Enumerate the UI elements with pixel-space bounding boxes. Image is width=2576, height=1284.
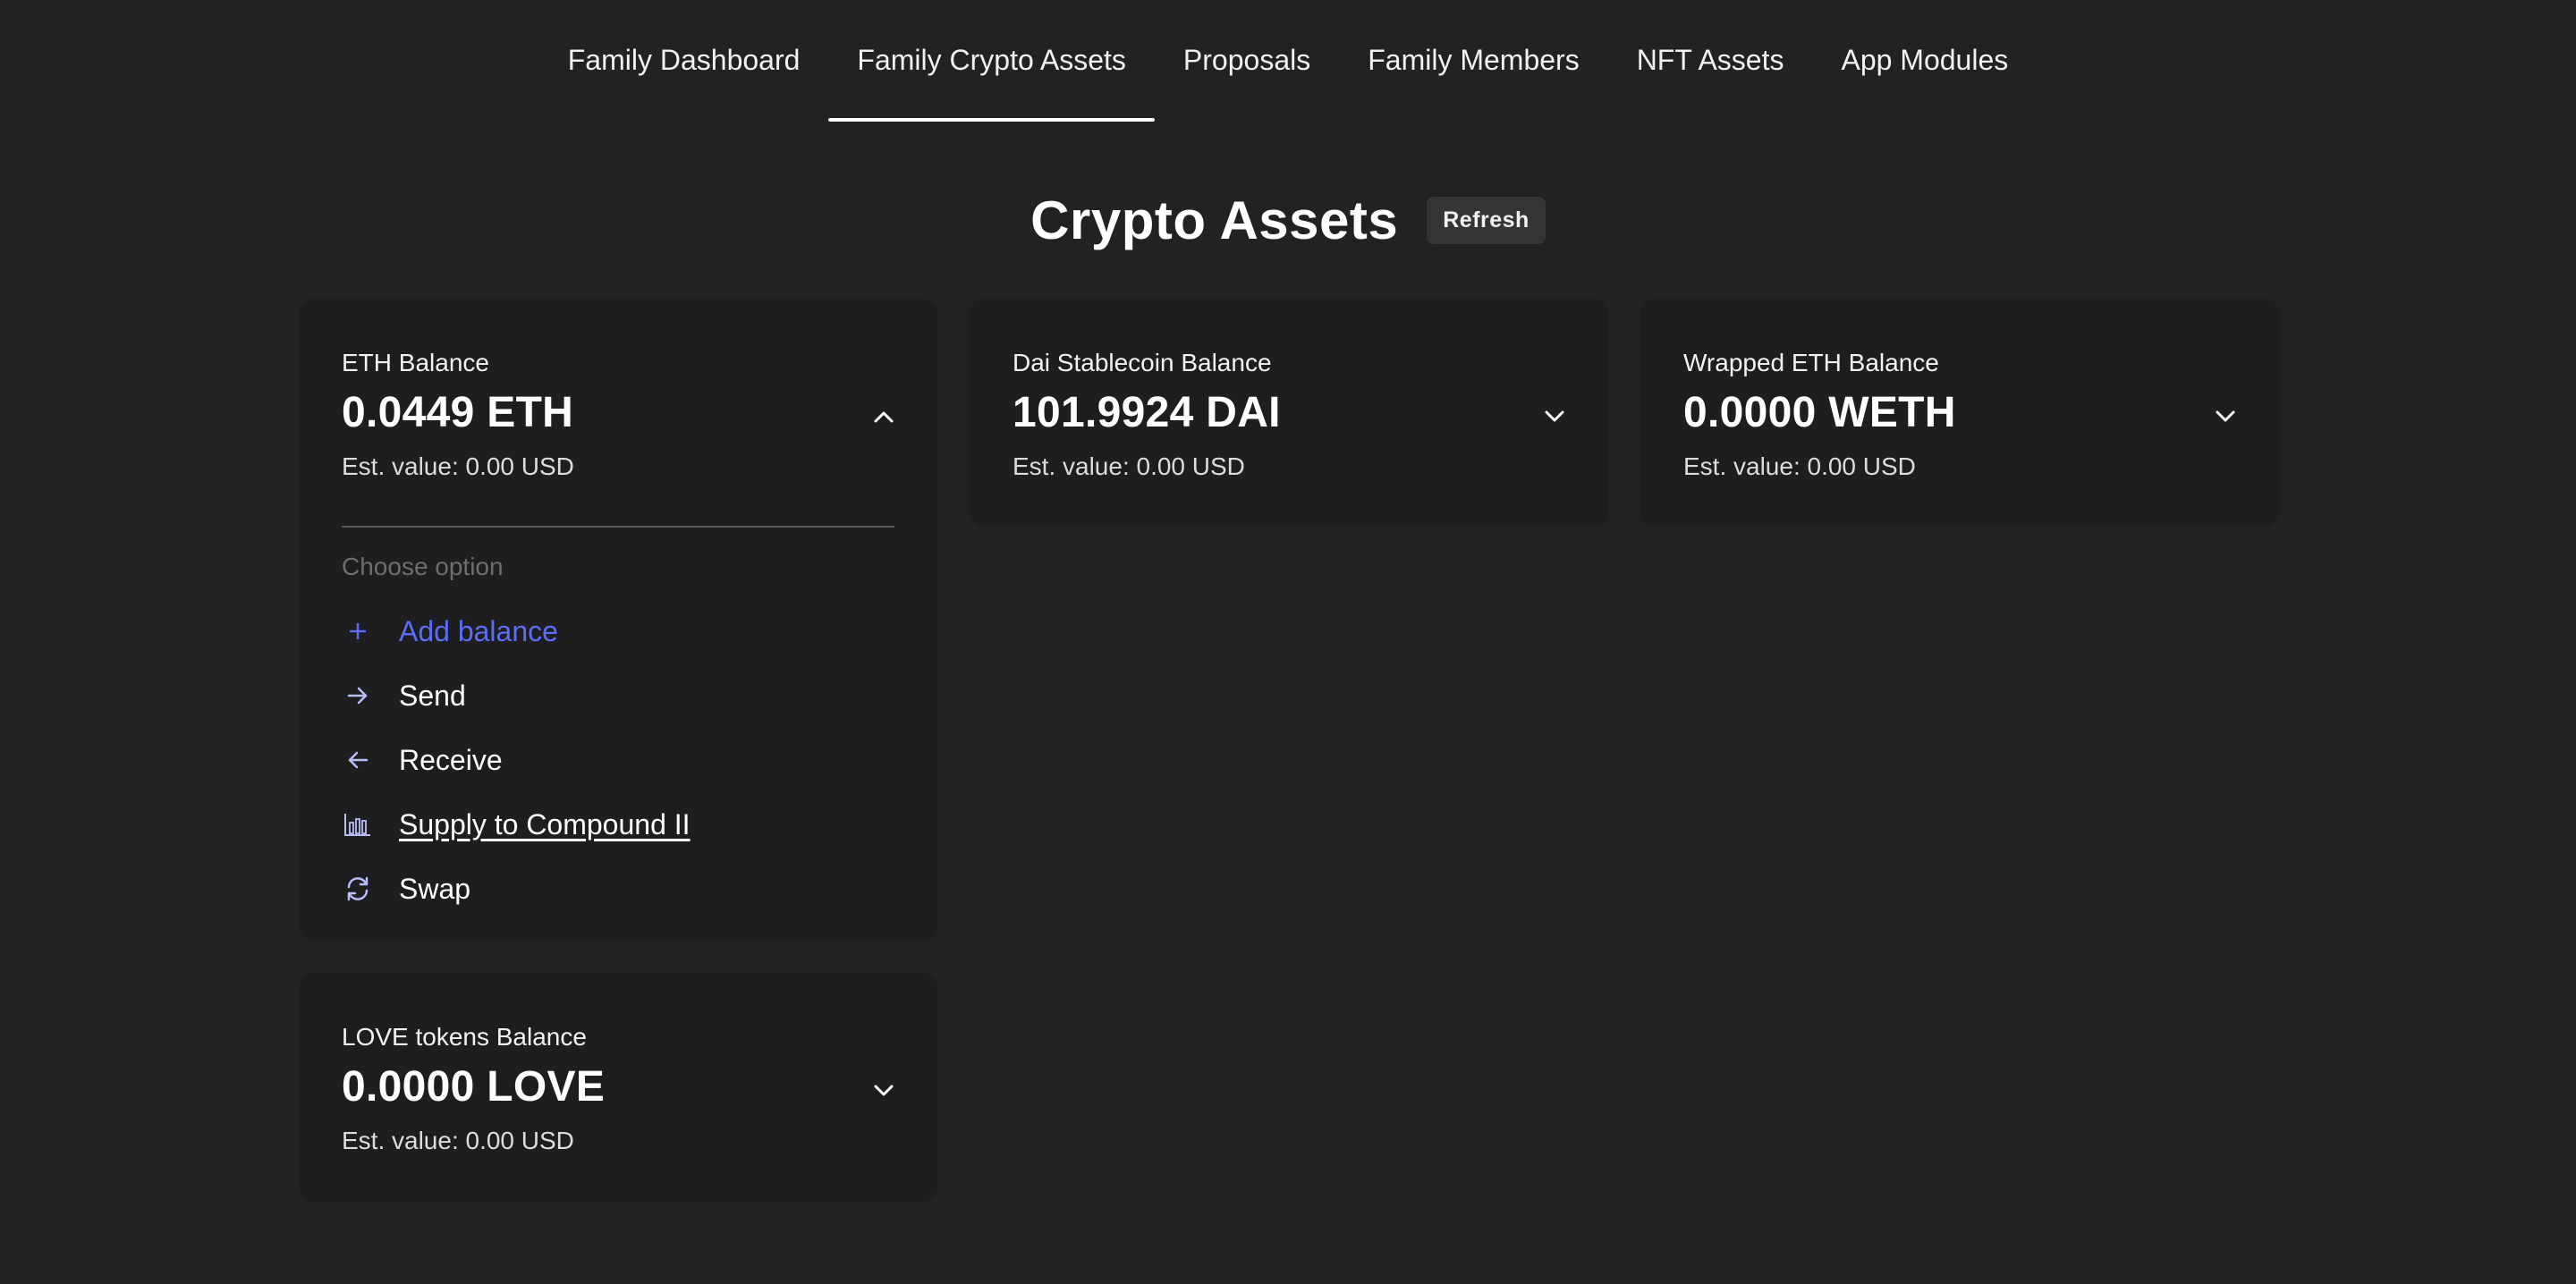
arrow-right-icon — [342, 680, 374, 712]
page-title: Crypto Assets — [1030, 190, 1399, 250]
card-est-value: Est. value: 0.00 USD — [342, 452, 574, 480]
plus-icon — [342, 615, 374, 647]
option-label: Swap — [399, 872, 471, 905]
receive-option[interactable]: Receive — [342, 737, 503, 783]
tab-label: Family Dashboard — [567, 43, 801, 76]
chevron-up-icon[interactable] — [869, 402, 898, 431]
tab-proposals[interactable]: Proposals — [1155, 0, 1339, 122]
add-balance-option[interactable]: Add balance — [342, 608, 558, 655]
card-label: ETH Balance — [342, 349, 489, 376]
tab-family-dashboard[interactable]: Family Dashboard — [539, 0, 829, 122]
supply-compound-option[interactable]: Supply to Compound II — [342, 801, 691, 848]
option-label: Receive — [399, 743, 503, 776]
chevron-down-icon[interactable] — [2211, 402, 2240, 431]
chevron-down-icon[interactable] — [1540, 402, 1569, 431]
card-amount: 101.9924 DAI — [1013, 389, 1281, 436]
choose-option-label: Choose option — [342, 553, 504, 580]
tab-app-modules[interactable]: App Modules — [1812, 0, 2037, 122]
card-label: LOVE tokens Balance — [342, 1023, 587, 1051]
option-label: Add balance — [399, 614, 558, 647]
card-est-value: Est. value: 0.00 USD — [342, 1127, 574, 1154]
tab-label: NFT Assets — [1636, 43, 1784, 76]
dai-balance-card: Dai Stablecoin Balance 101.9924 DAI Est.… — [970, 299, 1608, 528]
card-est-value: Est. value: 0.00 USD — [1683, 452, 1916, 480]
tab-family-members[interactable]: Family Members — [1339, 0, 1607, 122]
card-label: Wrapped ETH Balance — [1683, 349, 1939, 376]
card-amount: 0.0000 LOVE — [342, 1063, 606, 1111]
option-label: Supply to Compound II — [399, 807, 691, 841]
tab-nft-assets[interactable]: NFT Assets — [1608, 0, 1813, 122]
card-amount: 0.0449 ETH — [342, 389, 574, 436]
tab-label: Family Members — [1368, 43, 1580, 76]
card-amount: 0.0000 WETH — [1683, 389, 1956, 436]
tab-label: Proposals — [1182, 43, 1311, 76]
refresh-button[interactable]: Refresh — [1427, 197, 1546, 244]
tab-family-crypto-assets[interactable]: Family Crypto Assets — [828, 0, 1155, 122]
top-nav: Family Dashboard Family Crypto Assets Pr… — [0, 0, 2576, 122]
tab-label: App Modules — [1841, 43, 2009, 76]
option-label: Send — [399, 679, 466, 712]
card-label: Dai Stablecoin Balance — [1013, 349, 1272, 376]
chevron-down-icon[interactable] — [869, 1077, 898, 1105]
swap-icon — [342, 873, 374, 905]
tab-label: Family Crypto Assets — [857, 43, 1126, 76]
eth-balance-card: ETH Balance 0.0449 ETH Est. value: 0.00 … — [299, 299, 937, 941]
weth-balance-card: Wrapped ETH Balance 0.0000 WETH Est. val… — [1640, 299, 2279, 528]
send-option[interactable]: Send — [342, 672, 466, 719]
love-balance-card: LOVE tokens Balance 0.0000 LOVE Est. val… — [299, 973, 937, 1202]
page-header: Crypto Assets Refresh — [0, 190, 2576, 251]
arrow-left-icon — [342, 744, 374, 776]
divider — [342, 526, 894, 528]
bar-chart-icon — [342, 808, 374, 841]
card-est-value: Est. value: 0.00 USD — [1013, 452, 1245, 480]
swap-option[interactable]: Swap — [342, 866, 470, 912]
